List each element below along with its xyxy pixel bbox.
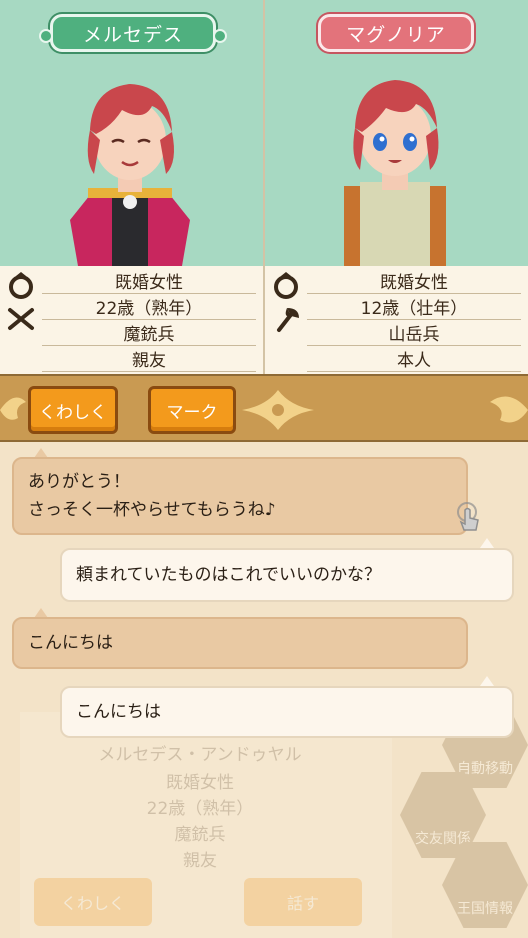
dialogue-area: メルセデス・アンドゥヤル 既婚女性 22歳（熟年） 魔銃兵 親友 くわしく 話す…: [0, 442, 528, 938]
relation: 親友: [42, 346, 256, 372]
marital-status: 既婚女性: [42, 268, 256, 294]
background-marital: 既婚女性: [166, 773, 234, 793]
background-age: 22歳（熟年）: [146, 799, 254, 819]
speech-bubble-left: ありがとう！ さっそく一杯やらせてもらうね♪: [12, 457, 468, 535]
left-character-name: メルセデス: [39, 14, 227, 52]
dialogue-line: ありがとう！: [28, 472, 130, 492]
detail-button[interactable]: くわしく: [28, 386, 118, 434]
ornament-center: [242, 390, 314, 430]
mark-button[interactable]: マーク: [148, 386, 236, 434]
speech-bubble-right: 頼まれていたものはこれでいいのかな？: [60, 548, 514, 602]
marital-status: 既婚女性: [307, 268, 521, 294]
axe-icon: [277, 308, 299, 332]
speech-bubble-right: こんにちは: [60, 686, 514, 738]
background-detail-button: くわしく: [34, 878, 152, 926]
ring-icon: [9, 272, 33, 299]
dialogue-line: 頼まれていたものはこれでいいのかな？: [76, 565, 381, 585]
left-character-portrait: [70, 84, 190, 266]
right-character-name: マグノリア: [318, 14, 474, 52]
bubble-tail: [480, 676, 494, 686]
ring-icon: [274, 272, 298, 299]
relation: 本人: [307, 346, 521, 372]
background-talk-button: 話す: [244, 878, 362, 926]
bubble-tail: [480, 538, 494, 548]
background-full-name: メルセデス・アンドゥヤル: [98, 745, 302, 765]
right-character-portrait: [344, 80, 446, 266]
background-job: 魔銃兵: [174, 825, 226, 845]
right-character-info: 既婚女性 12歳（壮年） 山岳兵 本人: [265, 266, 528, 374]
background-relation: 親友: [183, 851, 217, 871]
ornament-left: [0, 397, 26, 420]
age: 22歳（熟年）: [42, 294, 256, 320]
job: 山岳兵: [307, 320, 521, 346]
dialogue-line: こんにちは: [28, 633, 113, 653]
age: 12歳（壮年）: [307, 294, 521, 320]
left-character-info: 既婚女性 22歳（熟年） 魔銃兵 親友: [0, 266, 263, 374]
crossed-guns-icon: [8, 308, 34, 330]
tap-hand-icon: [457, 502, 479, 531]
ornament-right: [490, 396, 528, 423]
action-bar: くわしく マーク: [0, 374, 528, 442]
speech-bubble-left: こんにちは: [12, 617, 468, 669]
dialogue-line: さっそく一杯やらせてもらうね♪: [28, 500, 276, 520]
dialogue-line: こんにちは: [76, 702, 161, 722]
job: 魔銃兵: [42, 320, 256, 346]
